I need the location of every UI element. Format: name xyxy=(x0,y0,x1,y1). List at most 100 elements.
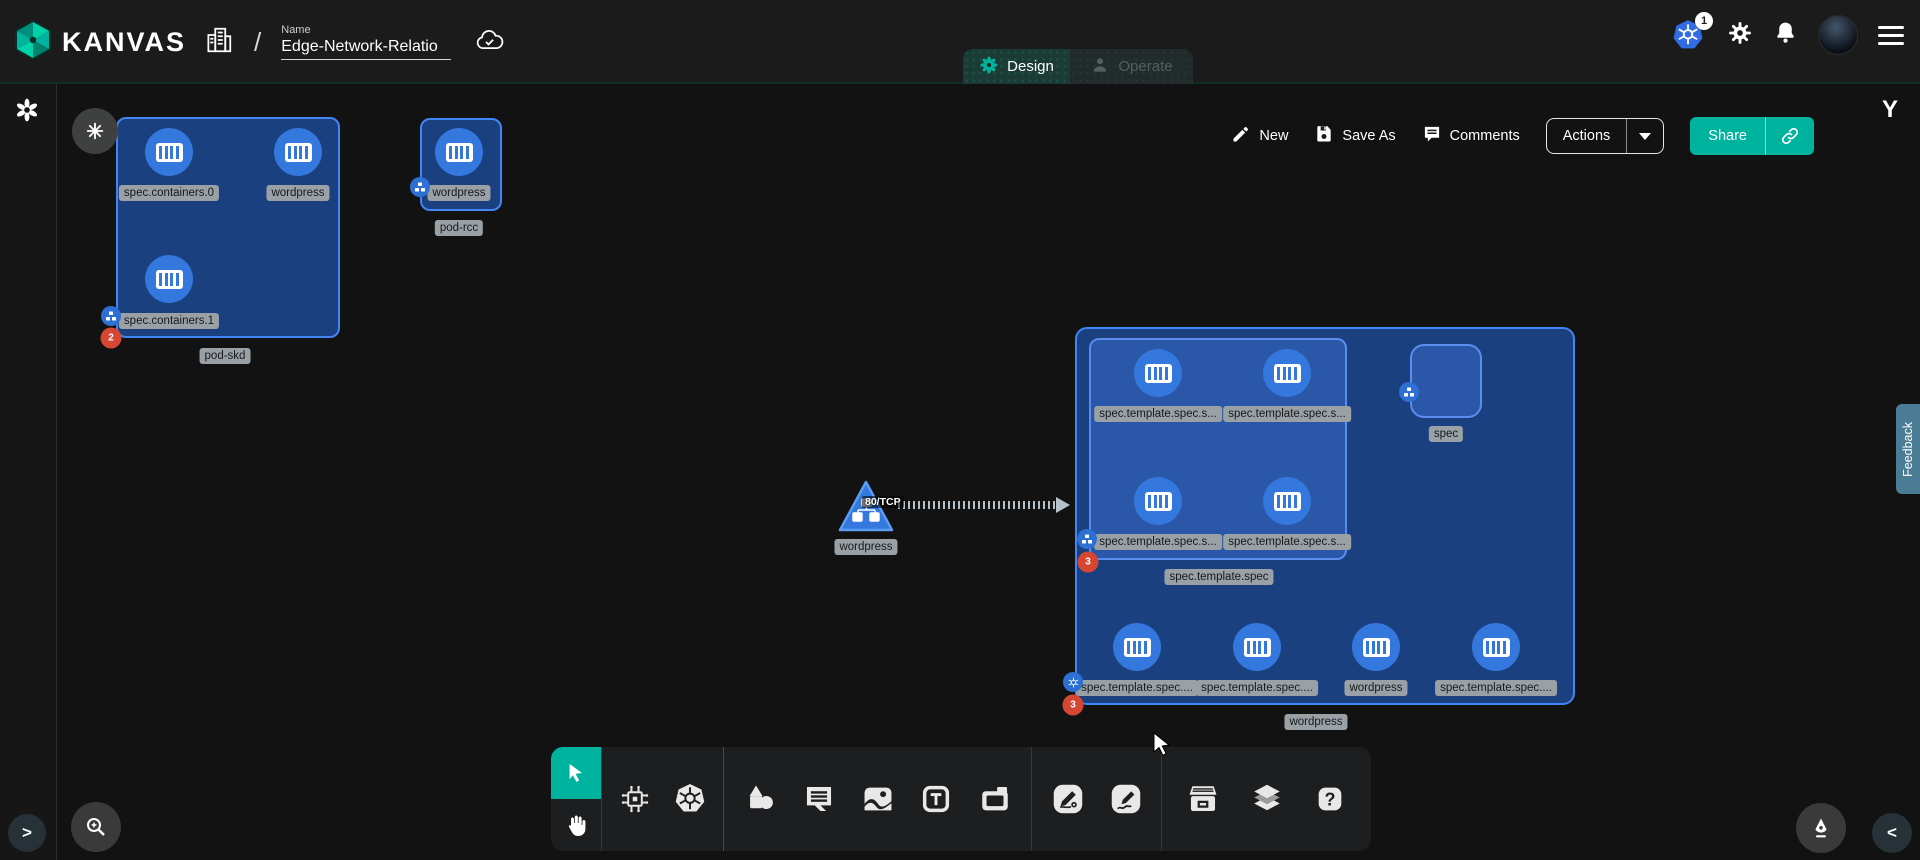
freeze-snowflake-button[interactable] xyxy=(72,108,118,154)
comments-button-label: Comments xyxy=(1450,128,1520,144)
service-label: wordpress xyxy=(834,539,897,555)
save-as-button[interactable]: Save As xyxy=(1314,124,1395,148)
node-label: spec.containers.1 xyxy=(119,313,219,329)
cloud-saved-icon xyxy=(475,27,505,58)
tab-design[interactable]: Design xyxy=(963,49,1070,84)
service-edge[interactable] xyxy=(898,501,1056,509)
expand-left-panel-button[interactable]: > xyxy=(8,814,46,852)
design-flower-icon xyxy=(979,55,999,79)
collapse-right-panel-button[interactable]: < xyxy=(1872,813,1912,853)
feedback-tab[interactable]: Feedback xyxy=(1896,404,1920,494)
node-label: wordpress xyxy=(1344,680,1407,696)
help-tool-button[interactable]: ? xyxy=(1308,777,1352,821)
sketch-tool-button[interactable] xyxy=(1104,777,1148,821)
organization-icon[interactable] xyxy=(204,25,234,60)
actions-button-label: Actions xyxy=(1547,119,1628,153)
container-node[interactable] xyxy=(274,128,322,176)
image-tool-button[interactable] xyxy=(856,777,900,821)
archive-tool-button[interactable] xyxy=(1181,777,1225,821)
kubernetes-badge-icon[interactable] xyxy=(1063,672,1083,692)
issue-count-badge[interactable]: 3 xyxy=(1078,552,1099,573)
layers-tool-button[interactable] xyxy=(1245,777,1289,821)
container-node[interactable] xyxy=(1113,623,1161,671)
container-node[interactable] xyxy=(1233,623,1281,671)
actions-caret[interactable] xyxy=(1627,119,1663,153)
new-button[interactable]: New xyxy=(1231,124,1288,148)
save-icon xyxy=(1314,124,1334,148)
pan-tool-button[interactable] xyxy=(551,799,601,851)
container-node[interactable] xyxy=(1472,623,1520,671)
kubernetes-count-badge: 1 xyxy=(1695,12,1713,30)
user-avatar[interactable] xyxy=(1818,15,1858,55)
node-label: wordpress xyxy=(427,185,490,201)
chevron-right-icon: > xyxy=(22,823,32,843)
design-canvas[interactable]: > xyxy=(0,84,1920,860)
container-icon xyxy=(156,143,183,162)
container-icon xyxy=(1363,638,1390,657)
pod-badge-icon[interactable] xyxy=(1399,382,1419,402)
kanvas-logo-icon xyxy=(14,19,52,66)
design-name-label: Name xyxy=(281,24,451,36)
container-node[interactable] xyxy=(1263,349,1311,397)
pod-badge-icon[interactable] xyxy=(1077,529,1097,549)
design-spiral-icon[interactable] xyxy=(13,96,41,129)
kanvas-logo-text: KANVAS xyxy=(62,27,186,58)
container-node[interactable] xyxy=(1134,349,1182,397)
node-label: spec.template.spec.... xyxy=(1076,680,1198,696)
top-nav: KANVAS / Name Edge-Network-Relatio xyxy=(0,0,1920,84)
node-label: spec.template.spec.s... xyxy=(1094,534,1222,550)
pod-badge-icon[interactable] xyxy=(410,177,430,197)
edge-arrowhead-icon xyxy=(1056,497,1070,513)
container-icon xyxy=(156,270,183,289)
service-node[interactable] xyxy=(836,478,896,541)
hamburger-menu-icon[interactable] xyxy=(1878,26,1904,45)
pen-tool-button[interactable] xyxy=(1046,777,1090,821)
tab-operate[interactable]: Operate xyxy=(1070,49,1193,84)
issue-count-badge[interactable]: 2 xyxy=(101,328,122,349)
spec-node[interactable] xyxy=(1410,344,1482,418)
right-edge-y-glyph: Y xyxy=(1882,96,1898,124)
help-glyph: ? xyxy=(1324,790,1335,810)
container-node[interactable] xyxy=(1263,477,1311,525)
kanvas-app: KANVAS / Name Edge-Network-Relatio xyxy=(0,0,1920,860)
components-tool-button[interactable] xyxy=(613,777,657,821)
new-button-label: New xyxy=(1259,128,1288,144)
group-label: spec.template.spec xyxy=(1164,569,1273,585)
container-icon xyxy=(1274,492,1301,511)
select-tool-button[interactable] xyxy=(551,747,601,799)
tab-operate-label: Operate xyxy=(1118,58,1172,75)
actions-dropdown-button[interactable]: Actions xyxy=(1546,118,1665,154)
share-button-label: Share xyxy=(1690,117,1766,155)
kubernetes-context-button[interactable]: 1 xyxy=(1671,18,1707,52)
node-label: spec xyxy=(1429,426,1463,442)
container-icon xyxy=(446,143,473,162)
settings-gear-icon[interactable] xyxy=(1727,20,1753,51)
comments-button[interactable]: Comments xyxy=(1422,124,1520,148)
notifications-bell-icon[interactable] xyxy=(1773,20,1798,50)
container-node[interactable] xyxy=(435,128,483,176)
kubernetes-tool-button[interactable] xyxy=(668,777,712,821)
group-label: wordpress xyxy=(1284,714,1347,730)
container-node[interactable] xyxy=(145,128,193,176)
container-icon xyxy=(1274,364,1301,383)
design-name-input[interactable]: Edge-Network-Relatio xyxy=(281,38,451,60)
comment-icon xyxy=(1422,124,1442,148)
text-tool-button[interactable] xyxy=(914,777,958,821)
note-tool-button[interactable] xyxy=(973,777,1017,821)
zoom-search-button[interactable] xyxy=(71,802,121,852)
copy-link-button[interactable] xyxy=(1766,117,1814,155)
container-node[interactable] xyxy=(1352,623,1400,671)
issue-count-badge[interactable]: 3 xyxy=(1063,695,1084,716)
comment-tool-button[interactable] xyxy=(797,777,841,821)
kanvas-logo[interactable]: KANVAS xyxy=(14,19,186,66)
pod-badge-icon[interactable] xyxy=(101,306,121,326)
container-node[interactable] xyxy=(1134,477,1182,525)
share-button[interactable]: Share xyxy=(1690,117,1814,155)
node-label: spec.template.spec.... xyxy=(1196,680,1318,696)
container-icon xyxy=(1124,638,1151,657)
pen-nib-button[interactable] xyxy=(1796,803,1846,853)
container-icon xyxy=(1244,638,1271,657)
pencil-icon xyxy=(1231,124,1251,148)
shapes-tool-button[interactable] xyxy=(738,777,782,821)
container-node[interactable] xyxy=(145,255,193,303)
